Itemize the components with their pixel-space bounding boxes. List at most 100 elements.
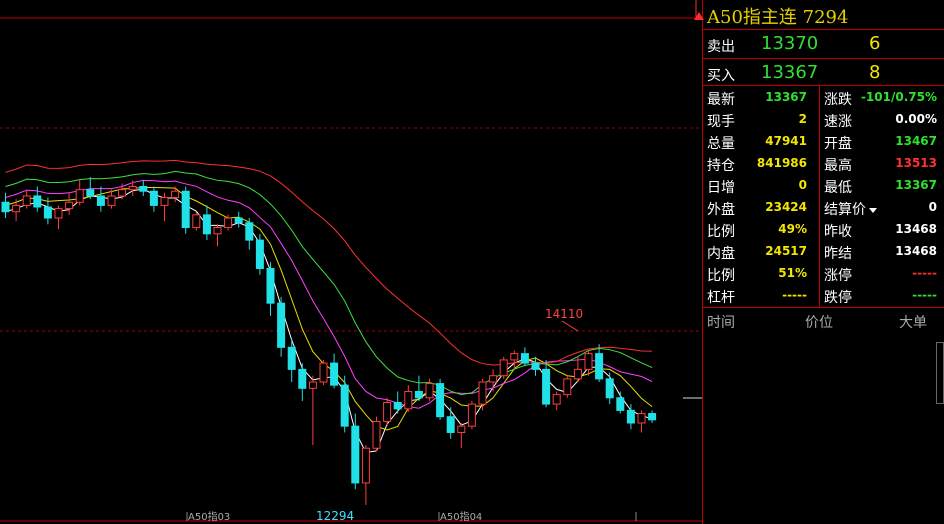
settlement-value: 0 [928, 200, 937, 214]
candle [118, 189, 127, 197]
candle [277, 302, 286, 348]
candle [595, 353, 604, 380]
candle [33, 195, 42, 208]
candle [520, 353, 529, 364]
candle [542, 368, 551, 405]
candle [12, 204, 21, 213]
quote-row: 比例 49% 昨收 13468 [703, 218, 944, 240]
candle [340, 384, 349, 427]
buy-price: 13367 [761, 62, 819, 83]
inner-ratio-value: 51% [778, 266, 807, 280]
candle [552, 394, 561, 405]
candle [584, 353, 593, 370]
candle [616, 397, 625, 411]
outer-ratio-value: 49% [778, 222, 807, 236]
candle [404, 390, 413, 410]
trades-col-price: 价位 [805, 315, 833, 331]
candle [383, 402, 392, 422]
buy-volume: 8 [869, 62, 881, 83]
quote-label: 日增 [707, 180, 735, 196]
quote-row: 日增 0 最低 13367 [703, 174, 944, 196]
quote-label: 比例 [707, 268, 735, 284]
candle [224, 217, 233, 228]
candle [605, 378, 614, 399]
quote-label: 现手 [707, 114, 735, 130]
candle [478, 381, 487, 405]
x-label-contract-1: A50指03 [188, 510, 230, 523]
trades-col-time: 时间 [707, 315, 735, 331]
change-value: -101/0.75% [860, 90, 937, 104]
candle [149, 190, 158, 206]
low-value: 13367 [895, 178, 937, 192]
candle [43, 206, 52, 219]
quote-label: 持仓 [707, 158, 735, 174]
settlement-dropdown[interactable]: 结算价 [824, 199, 877, 219]
candle [96, 195, 105, 206]
chevron-down-icon [869, 207, 877, 213]
quote-row: 内盘 24517 昨结 13468 [703, 240, 944, 262]
limit-up-value: ----- [912, 266, 937, 280]
quote-label: 内盘 [707, 246, 735, 262]
candle [510, 353, 519, 361]
open-value: 13467 [895, 134, 937, 148]
quote-header: A50指主连 7294 [703, 0, 944, 30]
candle [128, 185, 137, 191]
candle [351, 425, 360, 484]
quote-label: 涨停 [824, 268, 852, 284]
candle [393, 402, 402, 410]
candle [414, 390, 423, 399]
candle [319, 362, 328, 383]
candle [372, 420, 381, 449]
sell-row[interactable]: 卖出 13370 6 [703, 30, 944, 59]
candle [626, 409, 635, 424]
candle [234, 217, 243, 224]
candle [457, 425, 466, 433]
high-value: 13513 [895, 156, 937, 170]
candle [86, 189, 95, 197]
candle [499, 359, 508, 377]
trades-scrollbar[interactable] [936, 342, 944, 404]
candles [1, 177, 657, 505]
buy-label: 买入 [707, 68, 735, 84]
quote-row: 外盘 23424 结算价 0 [703, 196, 944, 218]
buy-row[interactable]: 买入 13367 8 [703, 59, 944, 86]
quote-label: 最高 [824, 158, 852, 174]
quote-label: 涨跌 [824, 92, 852, 108]
quote-label: 杠杆 [707, 290, 735, 306]
current-lots-value: 2 [798, 112, 807, 126]
last-price-value: 13367 [765, 90, 807, 104]
candle [213, 226, 222, 235]
leverage-value: ----- [782, 288, 807, 302]
trades-header: 时间 价位 大单 [703, 310, 944, 332]
sell-volume: 6 [869, 33, 881, 54]
candle [563, 378, 572, 396]
quote-label: 最低 [824, 180, 852, 196]
quote-label: 结算价 [824, 202, 866, 218]
outer-volume-value: 23424 [765, 200, 807, 214]
prev-close-value: 13468 [895, 222, 937, 236]
period-high-label: 14110 [545, 307, 583, 321]
quote-label: 外盘 [707, 202, 735, 218]
candle [573, 368, 582, 380]
candle [298, 368, 307, 389]
quote-row: 最新 13367 涨跌 -101/0.75% [703, 86, 944, 108]
trades-col-big: 大单 [899, 315, 927, 331]
quote-grid: 最新 13367 涨跌 -101/0.75% 现手 2 速涨 0.00% 总量 … [703, 86, 944, 308]
candle [308, 381, 317, 389]
total-volume-value: 47941 [765, 134, 807, 148]
candle [361, 447, 370, 484]
kline-chart[interactable]: 14110 12294 A50指03 A50指04 [0, 0, 702, 524]
sell-label: 卖出 [707, 39, 735, 55]
candle [446, 416, 455, 433]
quote-label: 开盘 [824, 136, 852, 152]
quote-label: 总量 [707, 136, 735, 152]
candle [202, 214, 211, 235]
candle [531, 362, 540, 370]
instrument-name: A50指主连 [707, 7, 797, 28]
candle [255, 239, 264, 269]
candle [75, 189, 84, 203]
sell-price: 13370 [761, 33, 819, 54]
candle [330, 362, 339, 386]
instrument-title: A50指主连 7294 [707, 3, 848, 29]
quote-label: 昨收 [824, 224, 852, 240]
